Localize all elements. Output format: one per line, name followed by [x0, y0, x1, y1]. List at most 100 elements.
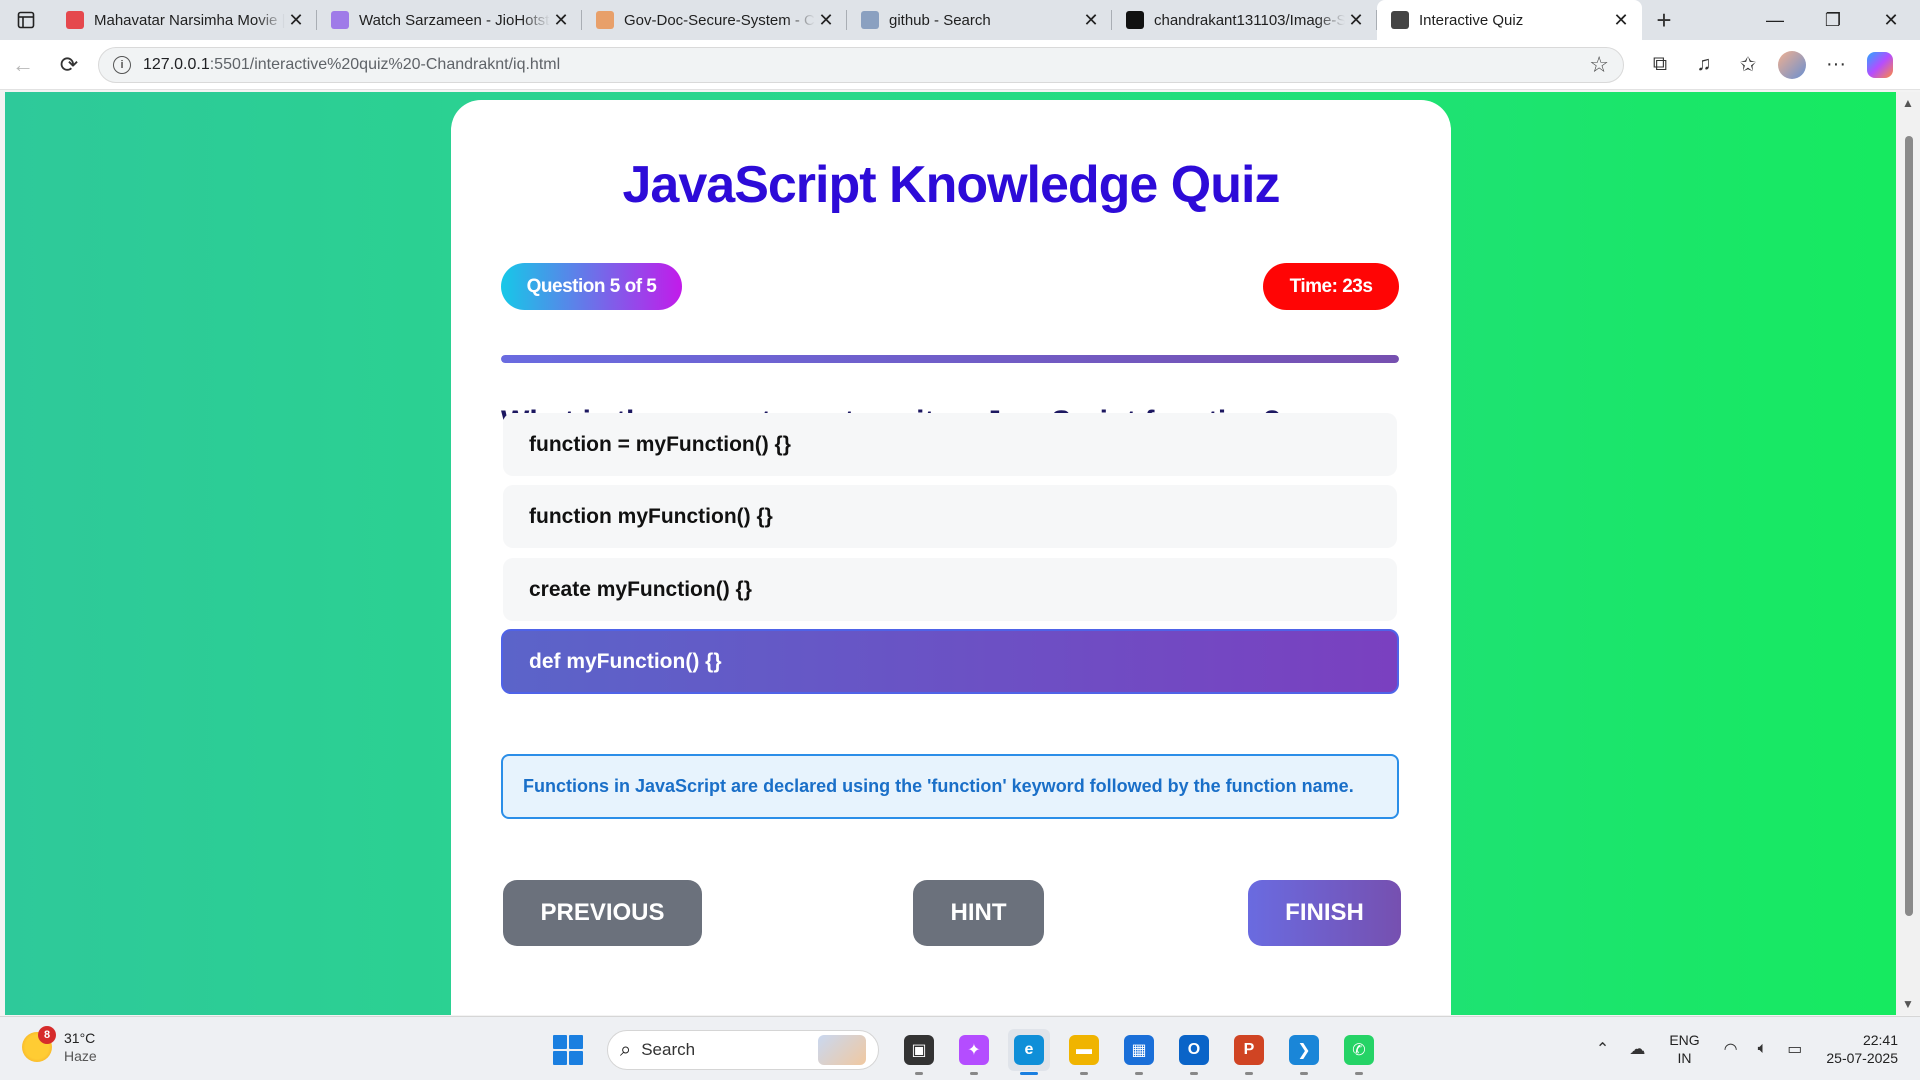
vscode-icon-glyph: ❯ [1289, 1035, 1319, 1065]
tab-title: chandrakant131103/Image-S [1154, 11, 1345, 29]
close-tab-icon[interactable]: ✕ [550, 10, 572, 31]
new-tab-button[interactable]: + [1642, 0, 1686, 40]
browser-tab[interactable]: chandrakant131103/Image-S ✕ [1112, 0, 1377, 40]
copilot-icon[interactable] [1858, 45, 1902, 85]
language-indicator[interactable]: ENG IN [1669, 1031, 1699, 1067]
running-indicator [1020, 1072, 1038, 1075]
taskbar-search-box[interactable]: ⌕ Search [607, 1030, 879, 1070]
close-tab-icon[interactable]: ✕ [285, 10, 307, 31]
search-highlight-image [818, 1035, 866, 1065]
language-code: ENG [1669, 1032, 1700, 1048]
browser-tab[interactable]: github - Search ✕ [847, 0, 1112, 40]
running-indicator [1135, 1072, 1143, 1075]
page-viewport: JavaScript Knowledge Quiz Question 5 of … [5, 92, 1896, 1015]
outlook-icon-glyph: O [1179, 1035, 1209, 1065]
globe-icon [1391, 11, 1409, 29]
favorite-star-icon[interactable]: ☆ [1589, 52, 1609, 78]
whatsapp-icon[interactable]: ✆ [1338, 1029, 1380, 1075]
back-button[interactable]: ← [0, 45, 46, 85]
scrollbar-thumb[interactable] [1905, 136, 1913, 916]
browser-tab[interactable]: Watch Sarzameen - JioHotst ✕ [317, 0, 582, 40]
tab-actions-icon[interactable] [0, 0, 52, 40]
browser-tab[interactable]: Interactive Quiz ✕ [1377, 0, 1642, 40]
page-scrollbar[interactable]: ▲ ▼ [1896, 92, 1920, 1015]
close-tab-icon[interactable]: ✕ [815, 10, 837, 31]
close-window-button[interactable]: ✕ [1862, 0, 1920, 40]
answer-option-4[interactable]: def myFunction() {} [501, 629, 1399, 694]
extensions-icon[interactable]: ⧉ [1638, 45, 1682, 85]
running-indicator [970, 1072, 978, 1075]
battery-icon[interactable]: ▭ [1787, 1039, 1802, 1059]
timer-badge: Time: 23s [1263, 263, 1399, 310]
taskbar-search-label: Search [641, 1040, 696, 1059]
running-indicator [1355, 1072, 1363, 1075]
show-hidden-icons-chevron-icon[interactable]: ⌃ [1596, 1039, 1609, 1059]
quiz-title: JavaScript Knowledge Quiz [622, 156, 1281, 214]
progress-bar-fill [501, 355, 1399, 363]
vscode-icon[interactable]: ❯ [1283, 1029, 1325, 1075]
question-counter-badge: Question 5 of 5 [501, 263, 682, 310]
finish-button[interactable]: FINISH [1248, 880, 1401, 946]
more-menu-icon[interactable]: ··· [1814, 45, 1858, 85]
onedrive-status-icon[interactable]: ☁ [1629, 1039, 1645, 1059]
file-explorer-icon[interactable]: ▬ [1063, 1029, 1105, 1075]
read-aloud-icon[interactable]: ♫ [1682, 45, 1726, 85]
answer-option-2[interactable]: function myFunction() {} [503, 485, 1397, 548]
windows-taskbar: 8 31°C Haze ⌕ Search ▣ ✦ e ▬ ▦ O P ❯ ✆ ⌃ ☁ ENG I… [0, 1016, 1920, 1080]
jiohotstar-icon [331, 11, 349, 29]
url-field[interactable]: i 127.0.0.1:5501/interactive%20quiz%20-C… [98, 46, 1624, 83]
store-icon-glyph: ▦ [1124, 1035, 1154, 1065]
scroll-down-icon[interactable]: ▼ [1902, 997, 1914, 1011]
edge-icon-glyph: e [1014, 1035, 1044, 1065]
search-icon [861, 11, 879, 29]
close-tab-icon[interactable]: ✕ [1610, 10, 1632, 31]
restore-button[interactable]: ❐ [1804, 0, 1862, 40]
minimize-button[interactable]: — [1746, 0, 1804, 40]
weather-condition: Haze [64, 1048, 97, 1064]
outlook-icon[interactable]: O [1173, 1029, 1215, 1075]
tab-title: github - Search [889, 11, 991, 29]
region-code: IN [1677, 1050, 1692, 1066]
close-tab-icon[interactable]: ✕ [1345, 10, 1367, 31]
clock[interactable]: 22:41 25-07-2025 [1826, 1031, 1898, 1067]
url-path: :5501/interactive%20quiz%20-Chandraknt/i… [209, 55, 561, 73]
wifi-icon[interactable]: ◠ [1724, 1039, 1738, 1059]
running-indicator [915, 1072, 923, 1075]
progress-bar [501, 355, 1399, 363]
hint-button[interactable]: HINT [913, 880, 1044, 946]
favorites-icon[interactable]: ✩ [1726, 45, 1770, 85]
close-tab-icon[interactable]: ✕ [1080, 10, 1102, 31]
weather-widget[interactable]: 8 31°C Haze [22, 1026, 97, 1065]
start-button-icon[interactable] [553, 1035, 583, 1065]
url-host: 127.0.0.1 [143, 55, 210, 73]
quiz-card: JavaScript Knowledge Quiz Question 5 of … [451, 100, 1451, 1015]
copilot-icon[interactable]: ✦ [953, 1029, 995, 1075]
answer-option-3[interactable]: create myFunction() {} [503, 558, 1397, 621]
weather-badge: 8 [38, 1026, 56, 1044]
previous-button[interactable]: PREVIOUS [503, 880, 702, 946]
profile-avatar[interactable] [1770, 45, 1814, 85]
running-indicator [1080, 1072, 1088, 1075]
running-indicator [1300, 1072, 1308, 1075]
store-icon[interactable]: ▦ [1118, 1029, 1160, 1075]
file-explorer-icon-glyph: ▬ [1069, 1035, 1099, 1065]
search-icon: ⌕ [620, 1038, 632, 1061]
browser-tab[interactable]: Gov-Doc-Secure-System - Cl ✕ [582, 0, 847, 40]
volume-icon[interactable]: 🔈︎ [1758, 1040, 1768, 1058]
address-bar-row: ← ⟳ i 127.0.0.1:5501/interactive%20quiz%… [0, 40, 1920, 90]
task-view-icon[interactable]: ▣ [898, 1029, 940, 1075]
browser-tab[interactable]: Mahavatar Narsimha Movie | ✕ [52, 0, 317, 40]
edge-icon[interactable]: e [1008, 1029, 1050, 1075]
claude-icon [596, 11, 614, 29]
tab-title: Gov-Doc-Secure-System - Cl [624, 11, 815, 29]
scroll-up-icon[interactable]: ▲ [1902, 96, 1914, 110]
site-info-icon[interactable]: i [113, 55, 131, 74]
running-indicator [1245, 1072, 1253, 1075]
hint-box: Functions in JavaScript are declared usi… [501, 754, 1399, 819]
powerpoint-icon[interactable]: P [1228, 1029, 1270, 1075]
clock-time: 22:41 [1862, 1032, 1898, 1048]
running-indicator [1190, 1072, 1198, 1075]
refresh-button[interactable]: ⟳ [46, 45, 92, 85]
answer-option-1[interactable]: function = myFunction() {} [503, 413, 1397, 476]
tab-title: Interactive Quiz [1419, 11, 1524, 29]
